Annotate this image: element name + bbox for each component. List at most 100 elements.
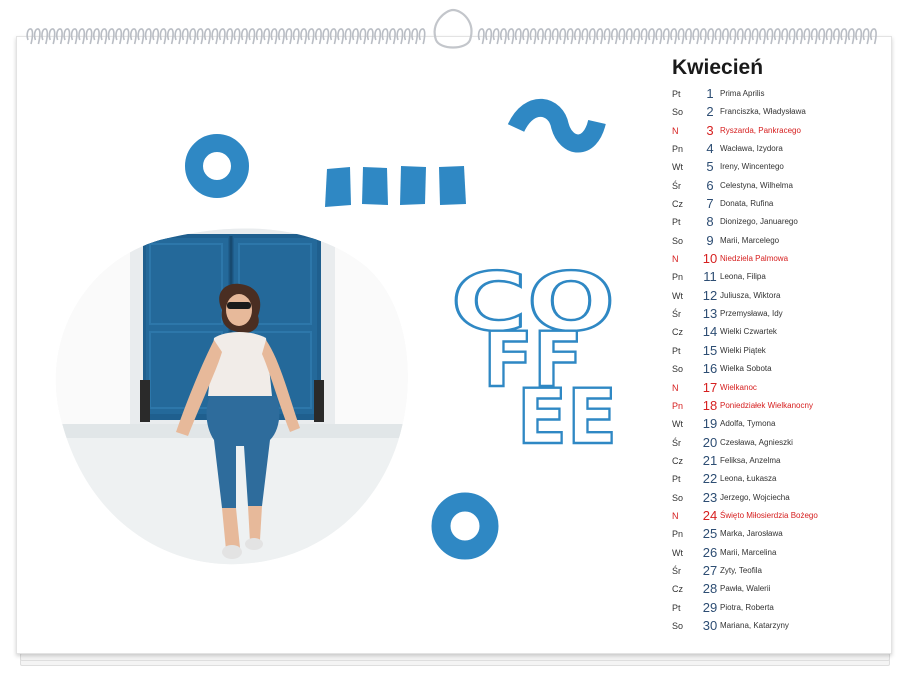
day-row: N 17 Wielkanoc — [668, 379, 888, 397]
name-day-label: Wielkanoc — [720, 382, 757, 392]
day-row: N 10 Niedziela Palmowa — [668, 250, 888, 268]
day-row: So 2 Franciszka, Władysława — [668, 103, 888, 121]
day-number: 1 — [706, 86, 714, 101]
day-of-week-label: Cz — [672, 199, 683, 210]
day-number: 18 — [702, 397, 718, 413]
day-row: Pn 25 Marka, Jarosława — [668, 525, 888, 543]
day-number: 4 — [706, 141, 714, 157]
day-number: 17 — [702, 379, 718, 395]
day-row: Pt 15 Wielki Piątek — [668, 342, 888, 360]
day-row: Wt 5 Ireny, Wincentego — [668, 158, 888, 176]
name-day-label: Juliusza, Wiktora — [720, 290, 781, 300]
name-day-label: Święto Miłosierdzia Bożego — [720, 510, 818, 520]
month-title: Kwiecień — [672, 56, 764, 79]
name-day-label: Wielki Czwartek — [720, 327, 777, 337]
day-of-week-label: Pt — [672, 474, 681, 485]
day-of-week-label: Pn — [672, 144, 684, 155]
day-of-week-label: Cz — [672, 327, 683, 338]
day-number: 7 — [706, 196, 714, 212]
day-number: 16 — [702, 361, 718, 377]
day-of-week-label: N — [672, 254, 679, 265]
name-day-label: Wielki Piątek — [720, 345, 766, 355]
day-row: So 9 Marii, Marcelego — [668, 232, 888, 250]
name-day-label: Jerzego, Wojciecha — [720, 492, 790, 502]
day-row: N 3 Ryszarda, Pankracego — [668, 122, 888, 140]
day-number: 6 — [706, 177, 714, 193]
day-number: 22 — [702, 471, 718, 487]
name-day-label: Piotra, Roberta — [720, 602, 774, 612]
name-day-label: Marii, Marcelego — [720, 235, 780, 245]
day-number: 29 — [702, 599, 718, 615]
day-number: 19 — [702, 416, 718, 432]
day-of-week-label: Śr — [672, 437, 681, 448]
day-list: Pt 1 Prima Aprilis So 2 Franciszka, Władysław… — [668, 85, 888, 635]
day-row: Wt 12 Juliusza, Wiktora — [668, 287, 888, 305]
day-row: Pn 11 Leona, Filipa — [668, 268, 888, 286]
day-number: 27 — [702, 562, 718, 578]
name-day-label: Feliksa, Anzelma — [720, 455, 781, 465]
name-day-label: Marii, Marcelina — [720, 547, 777, 557]
day-row: Wt 19 Adolfa, Tymona — [668, 415, 888, 433]
day-number: 8 — [706, 214, 714, 230]
name-day-label: Wielka Sobota — [720, 364, 772, 374]
day-of-week-label: Pn — [672, 400, 684, 411]
day-row: Śr 20 Czesława, Agnieszki — [668, 434, 888, 452]
day-number: 12 — [702, 287, 718, 303]
day-number: 11 — [703, 269, 717, 285]
day-of-week-label: Pt — [672, 89, 681, 99]
ring-shape-icon — [431, 492, 499, 560]
day-row: Pn 4 Wacława, Izydora — [668, 140, 888, 158]
day-row: Pt 8 Dionizego, Januarego — [668, 213, 888, 231]
name-day-label: Dionizego, Januarego — [720, 217, 798, 227]
day-of-week-label: So — [672, 620, 684, 631]
day-of-week-label: N — [672, 382, 679, 393]
day-row: Śr 6 Celestyna, Wilhelma — [668, 177, 888, 195]
day-row: Pt 22 Leona, Łukasza — [668, 470, 888, 488]
name-day-label: Celestyna, Wilhelma — [720, 180, 793, 190]
day-number: 2 — [706, 104, 714, 120]
day-of-week-label: Pn — [672, 272, 684, 283]
day-of-week-label: Śr — [672, 565, 681, 576]
name-day-label: Ireny, Wincentego — [720, 162, 784, 172]
ring-shape-icon — [185, 134, 249, 198]
day-number: 13 — [702, 306, 718, 322]
day-of-week-label: Wt — [672, 162, 683, 173]
day-row: Pt 29 Piotra, Roberta — [668, 599, 888, 617]
name-day-label: Leona, Filipa — [720, 272, 766, 282]
name-day-label: Franciszka, Władysława — [720, 107, 806, 117]
day-number: 9 — [706, 232, 714, 248]
name-day-label: Wacława, Izydora — [720, 144, 783, 154]
day-of-week-label: Cz — [672, 455, 683, 466]
day-row: Śr 27 Zyty, Teofila — [668, 562, 888, 580]
day-of-week-label: Pt — [672, 217, 681, 228]
day-of-week-label: Pt — [672, 602, 681, 613]
day-of-week-label: Cz — [672, 584, 683, 595]
day-number: 24 — [702, 507, 718, 523]
coffee-word: CO FF EE — [450, 255, 618, 462]
name-day-label: Czesława, Agnieszki — [720, 437, 793, 447]
coffee-word-line-ee: EE — [517, 372, 617, 461]
day-number: 3 — [706, 122, 714, 138]
day-of-week-label: N — [672, 125, 679, 136]
day-row: N 24 Święto Miłosierdzia Bożego — [668, 507, 888, 525]
day-of-week-label: So — [672, 235, 684, 246]
day-of-week-label: Śr — [672, 180, 681, 191]
wave-shape-icon — [507, 98, 606, 153]
day-number: 28 — [702, 581, 718, 597]
day-number: 21 — [702, 452, 718, 468]
name-day-label: Leona, Łukasza — [720, 474, 777, 484]
day-number: 5 — [706, 159, 714, 175]
day-number: 10 — [702, 251, 718, 267]
name-day-label: Zyty, Teofila — [720, 565, 762, 575]
day-of-week-label: Wt — [672, 547, 683, 558]
name-day-label: Przemysława, Idy — [720, 309, 783, 319]
day-row: Pt 1 Prima Aprilis — [668, 85, 888, 103]
day-of-week-label: Wt — [672, 290, 683, 301]
bars-shape-icon — [325, 166, 466, 207]
day-of-week-label: N — [672, 510, 679, 521]
day-row: Cz 7 Donata, Rufina — [668, 195, 888, 213]
day-row: So 16 Wielka Sobota — [668, 360, 888, 378]
day-row: Cz 21 Feliksa, Anzelma — [668, 452, 888, 470]
day-of-week-label: So — [672, 492, 684, 503]
name-day-label: Marka, Jarosława — [720, 529, 783, 539]
